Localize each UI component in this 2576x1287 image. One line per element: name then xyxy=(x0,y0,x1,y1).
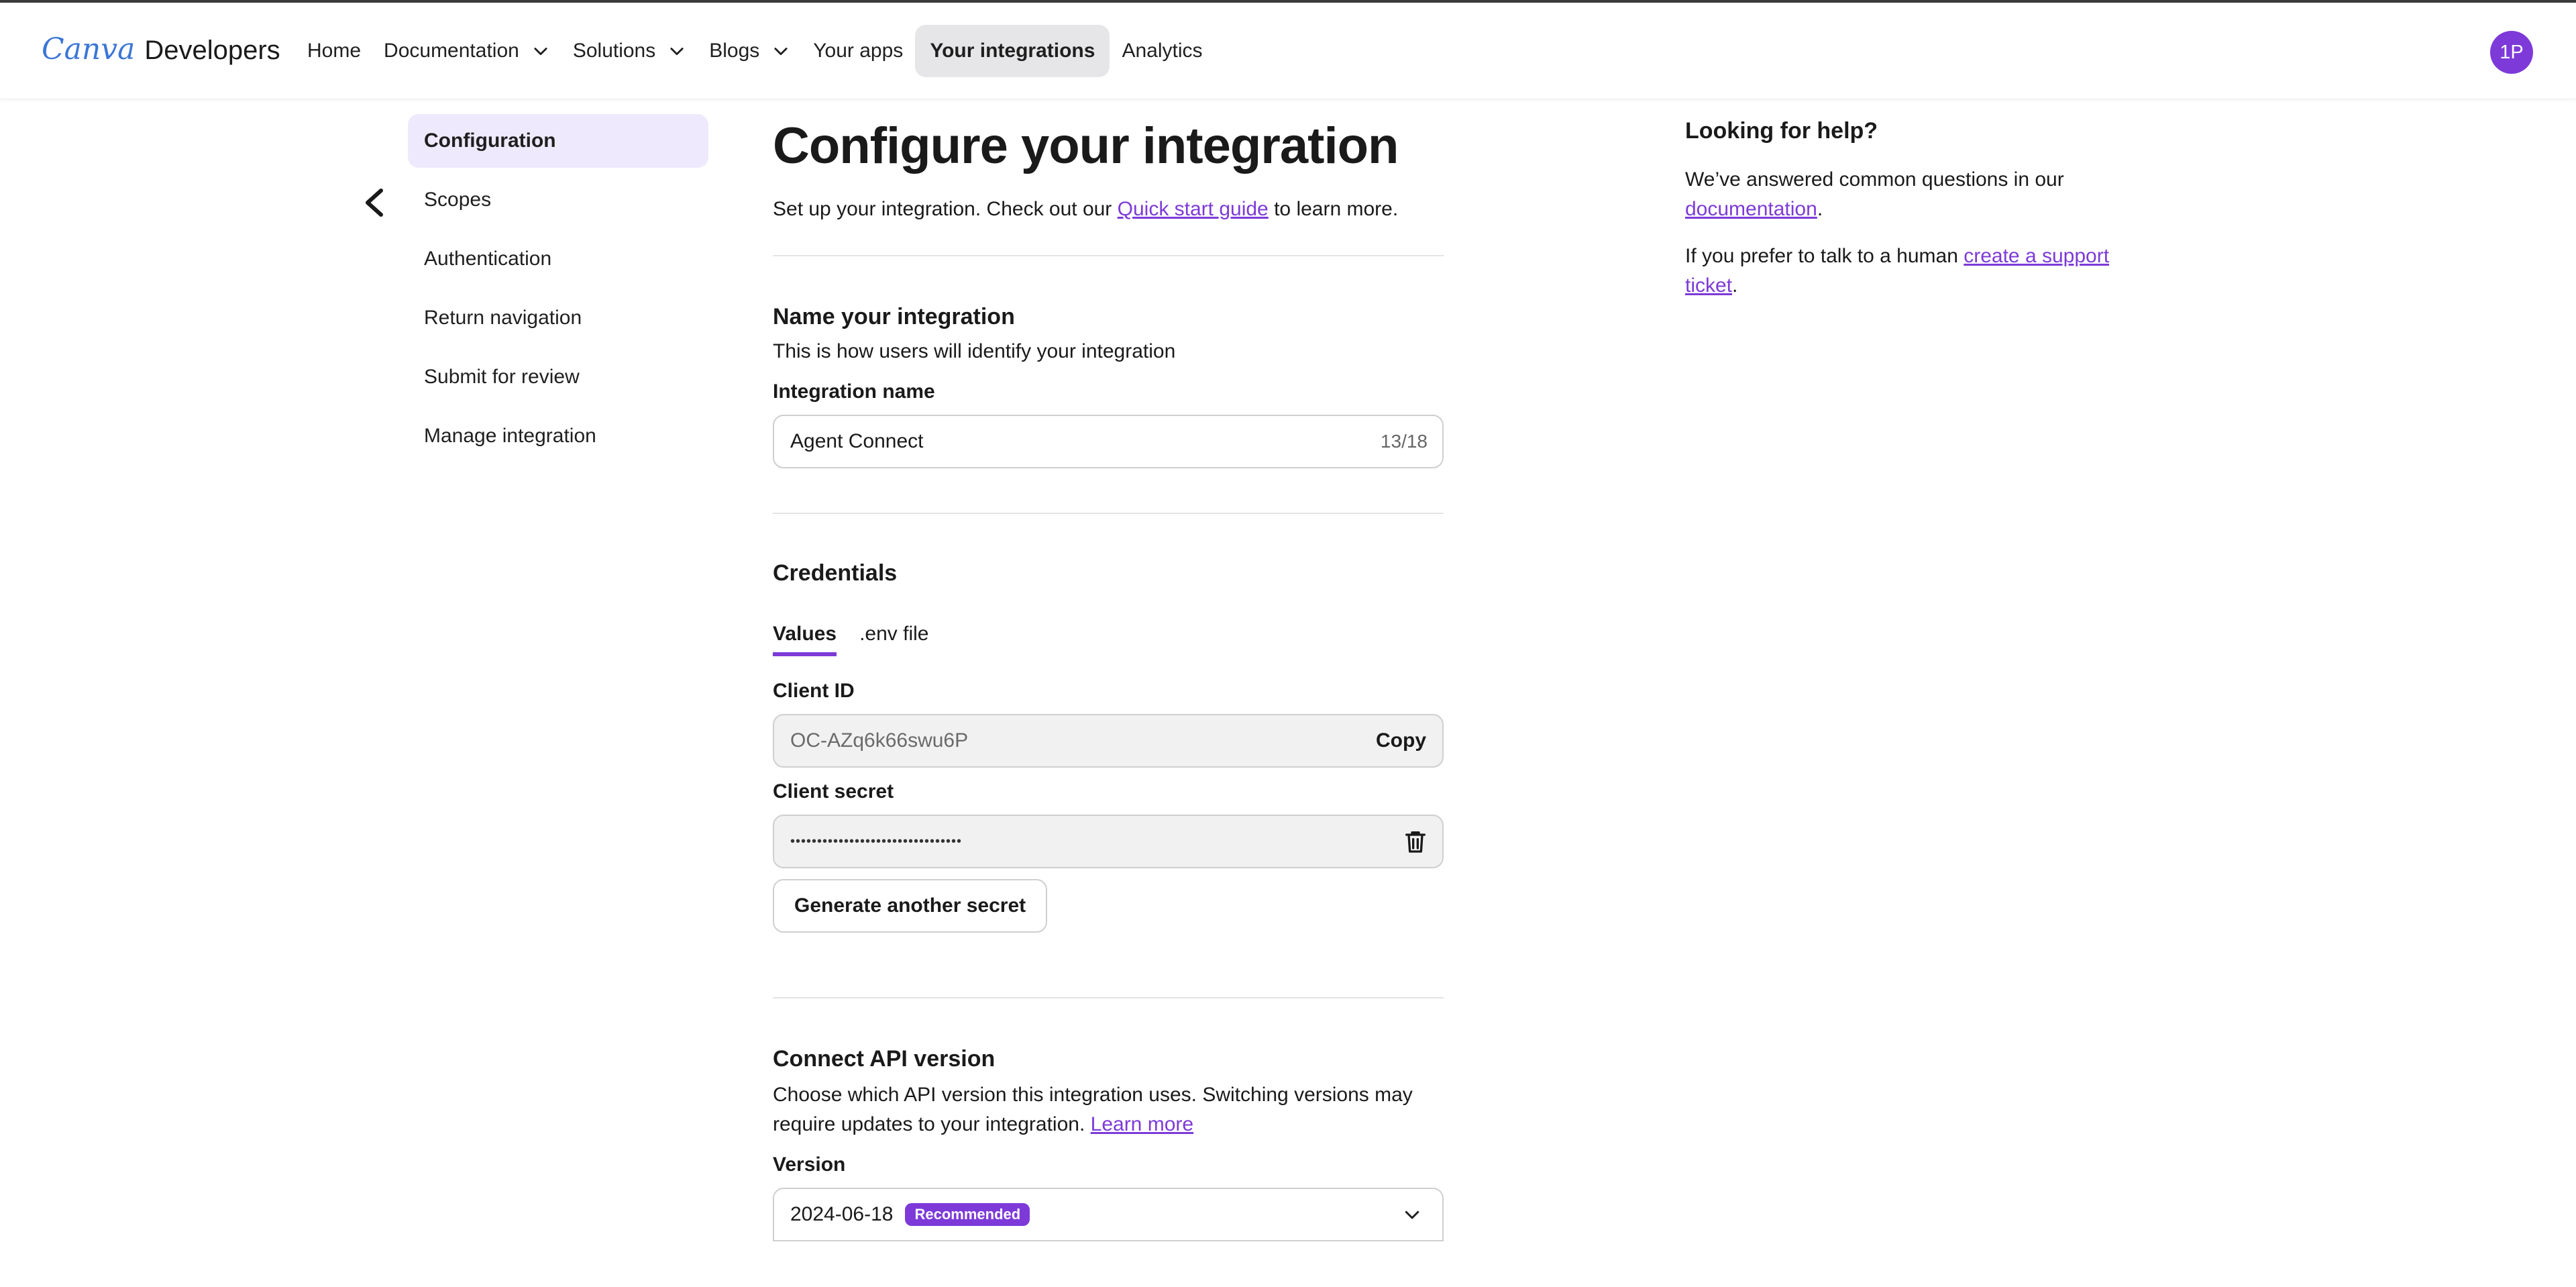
divider xyxy=(773,255,1444,256)
copy-button[interactable]: Copy xyxy=(1376,729,1426,752)
help-paragraph-docs: We’ve answered common questions in our d… xyxy=(1685,165,2155,224)
credentials-heading: Credentials xyxy=(773,560,898,586)
avatar[interactable]: 1P xyxy=(2490,31,2533,74)
divider xyxy=(773,997,1444,998)
client-secret-label: Client secret xyxy=(773,780,894,803)
nav-your-apps[interactable]: Your apps xyxy=(802,25,914,77)
chevron-down-icon xyxy=(534,48,547,56)
help-panel: Looking for help? We’ve answered common … xyxy=(1685,114,2155,301)
sidebar-item-scopes[interactable]: Scopes xyxy=(408,173,708,227)
nav-solutions-label: Solutions xyxy=(572,40,656,62)
char-counter: 13/18 xyxy=(1380,431,1428,452)
intro-suffix: to learn more. xyxy=(1268,198,1399,220)
client-id-value: OC-AZq6k66swu6P xyxy=(790,729,969,752)
nav-analytics[interactable]: Analytics xyxy=(1111,25,1213,77)
intro-prefix: Set up your integration. Check out our xyxy=(773,198,1118,220)
client-secret-masked: •••••••••••••••••••••••••••••••• xyxy=(790,833,963,849)
chevron-down-icon xyxy=(774,48,788,56)
config-sidebar: Configuration Scopes Authentication Retu… xyxy=(408,114,708,468)
version-select[interactable]: 2024-06-18 Recommended xyxy=(773,1188,1444,1241)
chevron-down-icon xyxy=(670,48,684,56)
integration-name-value: Agent Connect xyxy=(790,430,924,452)
quick-start-guide-link[interactable]: Quick start guide xyxy=(1118,198,1269,220)
tab-env-file[interactable]: .env file xyxy=(859,623,928,656)
sidebar-item-manage-integration[interactable]: Manage integration xyxy=(408,409,708,463)
help-support-prefix: If you prefer to talk to a human xyxy=(1685,245,1964,267)
help-support-suffix: . xyxy=(1732,274,1738,297)
help-docs-suffix: . xyxy=(1817,198,1823,220)
client-id-label: Client ID xyxy=(773,680,855,702)
nav-blogs[interactable]: Blogs xyxy=(698,25,801,77)
trash-icon[interactable] xyxy=(1402,828,1429,855)
nav-your-integrations-label: Your integrations xyxy=(930,40,1095,62)
sidebar-item-return-navigation[interactable]: Return navigation xyxy=(408,291,708,345)
help-paragraph-support: If you prefer to talk to a human create … xyxy=(1685,242,2155,301)
nav-documentation[interactable]: Documentation xyxy=(373,25,561,77)
sidebar-item-label: Configuration xyxy=(424,130,556,152)
sidebar-item-label: Authentication xyxy=(424,248,552,270)
nav-documentation-label: Documentation xyxy=(384,40,519,62)
api-version-description: Choose which API version this integratio… xyxy=(773,1080,1444,1139)
sidebar-item-label: Scopes xyxy=(424,189,492,211)
nav-analytics-label: Analytics xyxy=(1122,40,1203,62)
api-version-heading: Connect API version xyxy=(773,1046,996,1072)
logo-canva-text: Canva xyxy=(42,32,136,66)
main-nav: Home Documentation Solutions Blogs Your … xyxy=(297,24,1214,78)
name-section-description: This is how users will identify your int… xyxy=(773,340,1176,362)
integration-name-input[interactable]: Agent Connect 13/18 xyxy=(773,415,1444,468)
help-docs-prefix: We’ve answered common questions in our xyxy=(1685,168,2064,191)
client-secret-field[interactable]: •••••••••••••••••••••••••••••••• xyxy=(773,815,1444,868)
documentation-link[interactable]: documentation xyxy=(1685,198,1817,220)
client-id-field[interactable]: OC-AZq6k66swu6P Copy xyxy=(773,714,1444,768)
credentials-tabs: Values .env file xyxy=(773,623,1444,656)
version-label: Version xyxy=(773,1153,846,1176)
nav-home-label: Home xyxy=(307,40,362,62)
nav-your-apps-label: Your apps xyxy=(813,40,904,62)
chevron-down-icon xyxy=(1405,1211,1419,1219)
name-section-heading: Name your integration xyxy=(773,304,1015,329)
logo-developers-text: Developers xyxy=(144,36,280,65)
sidebar-item-configuration[interactable]: Configuration xyxy=(408,114,708,168)
sidebar-item-label: Submit for review xyxy=(424,366,580,388)
recommended-badge: Recommended xyxy=(905,1203,1030,1226)
back-arrow-icon[interactable] xyxy=(362,188,386,217)
version-value: 2024-06-18 xyxy=(790,1203,894,1225)
nav-blogs-label: Blogs xyxy=(709,40,760,62)
sidebar-item-submit-for-review[interactable]: Submit for review xyxy=(408,350,708,404)
generate-secret-button[interactable]: Generate another secret xyxy=(773,879,1048,933)
sidebar-item-label: Manage integration xyxy=(424,425,596,447)
integration-name-label: Integration name xyxy=(773,380,935,403)
nav-home[interactable]: Home xyxy=(297,25,372,77)
main-content: Configure your integration Set up your i… xyxy=(773,107,1444,1241)
learn-more-link[interactable]: Learn more xyxy=(1091,1113,1193,1135)
tab-values[interactable]: Values xyxy=(773,623,837,656)
help-title: Looking for help? xyxy=(1685,118,1878,144)
divider xyxy=(773,513,1444,514)
intro-text: Set up your integration. Check out our Q… xyxy=(773,196,1444,223)
sidebar-item-label: Return navigation xyxy=(424,307,582,329)
nav-your-integrations[interactable]: Your integrations xyxy=(915,25,1110,77)
canva-developers-logo[interactable]: Canva Developers xyxy=(42,32,280,72)
nav-solutions[interactable]: Solutions xyxy=(562,25,697,77)
sidebar-item-authentication[interactable]: Authentication xyxy=(408,232,708,286)
page-title: Configure your integration xyxy=(773,117,1399,174)
top-navbar: Canva Developers Home Documentation Solu… xyxy=(0,3,2576,99)
